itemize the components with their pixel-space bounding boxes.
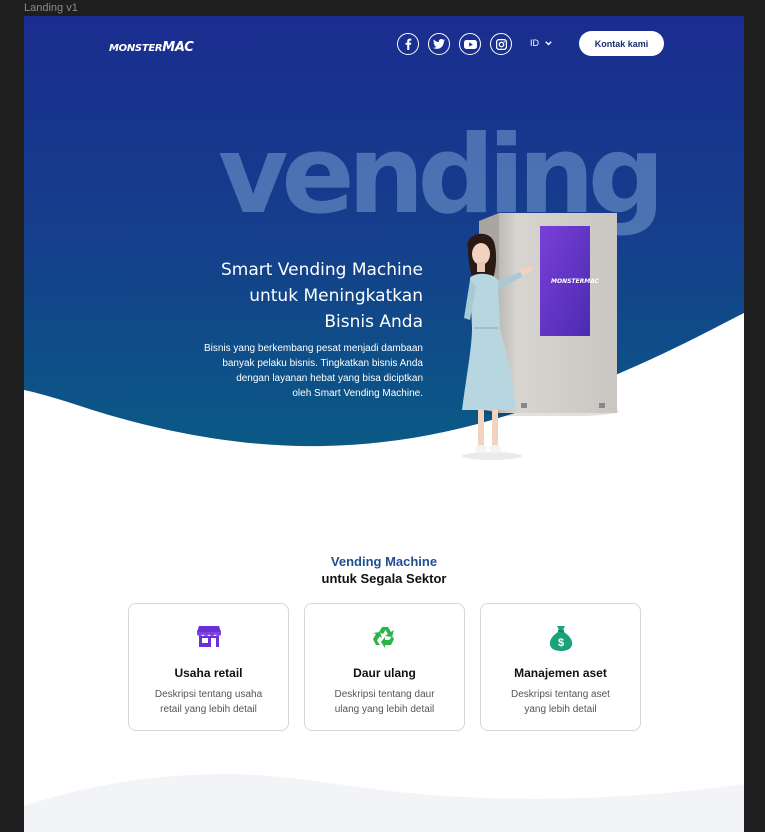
language-selector[interactable]: ID bbox=[530, 38, 552, 48]
brand-logo[interactable]: MONSTERMAC bbox=[109, 36, 194, 55]
facebook-button[interactable] bbox=[397, 33, 419, 55]
card-description-line-2: retail yang lebih detail bbox=[160, 704, 257, 715]
card-description: Deskripsi tentang usaha retail yang lebi… bbox=[143, 687, 274, 717]
top-navigation: MONSTERMAC ID Kontak kami bbox=[24, 16, 744, 72]
recycle-icon bbox=[372, 627, 394, 648]
headline-line-1: Smart Vending Machine bbox=[220, 260, 423, 280]
svg-text:$: $ bbox=[557, 637, 563, 649]
description-line-2: banyak pelaku bisnis. Tingkatkan bisnis … bbox=[222, 358, 423, 369]
frame-label: Landing v1 bbox=[24, 2, 78, 14]
description-line-3: dengan layanan hebat yang bisa diciptkan bbox=[236, 373, 423, 384]
card-title: Usaha retail bbox=[174, 666, 243, 680]
landing-canvas: MONSTERMAC ID Kontak kami vending MONSTE… bbox=[24, 16, 744, 832]
description-line-4: oleh Smart Vending Machine. bbox=[292, 388, 423, 399]
machine-logo: MONSTERMAC bbox=[551, 278, 600, 285]
headline-line-3: Bisnis Anda bbox=[324, 312, 423, 332]
twitter-button[interactable] bbox=[428, 33, 450, 55]
instagram-button[interactable] bbox=[490, 33, 512, 55]
headline-line-2: untuk Meningkatkan bbox=[249, 286, 423, 306]
card-description: Deskripsi tentang daur ulang yang lebih … bbox=[319, 687, 450, 717]
logo-text-small: MONSTER bbox=[109, 43, 163, 54]
sector-card-retail[interactable]: Usaha retail Deskripsi tentang usaha ret… bbox=[128, 603, 289, 731]
description-line-1: Bisnis yang berkembang pesat menjadi dam… bbox=[203, 343, 423, 354]
store-icon bbox=[196, 626, 221, 647]
card-description-line-2: ulang yang lebih detail bbox=[334, 704, 435, 715]
contact-button[interactable]: Kontak kami bbox=[579, 31, 664, 56]
card-description: Deskripsi tentang aset yang lebih detail bbox=[495, 687, 626, 717]
hero-description: Bisnis yang berkembang pesat menjadi dam… bbox=[153, 341, 423, 401]
hero-headline: Smart Vending Machine untuk Meningkatkan… bbox=[221, 257, 423, 335]
sector-card-asset-management[interactable]: $ Manajemen aset Deskripsi tentang aset … bbox=[480, 603, 641, 731]
youtube-icon bbox=[463, 39, 477, 49]
card-description-line-1: Deskripsi tentang aset bbox=[511, 689, 610, 700]
card-description-line-2: yang lebih detail bbox=[524, 704, 597, 715]
card-description-line-1: Deskripsi tentang daur bbox=[334, 689, 435, 700]
logo-text-big: MAC bbox=[162, 40, 194, 55]
card-title: Manajemen aset bbox=[514, 666, 607, 680]
bottom-wave-decoration bbox=[24, 773, 744, 832]
section-title-line-1: Vending Machine bbox=[330, 554, 438, 569]
section-title-line-2: untuk Segala Sektor bbox=[321, 571, 447, 586]
instagram-icon bbox=[495, 38, 507, 50]
hero-background bbox=[24, 16, 744, 447]
facebook-icon bbox=[405, 38, 412, 50]
language-label: ID bbox=[530, 38, 539, 48]
presenter-person-image bbox=[462, 233, 533, 460]
card-description-line-1: Deskripsi tentang usaha bbox=[154, 689, 263, 700]
twitter-icon bbox=[433, 39, 445, 49]
youtube-button[interactable] bbox=[459, 33, 481, 55]
chevron-down-icon bbox=[545, 40, 552, 45]
sector-card-recycling[interactable]: Daur ulang Deskripsi tentang daur ulang … bbox=[304, 603, 465, 731]
money-bag-icon: $ bbox=[549, 626, 572, 651]
card-title: Daur ulang bbox=[353, 666, 416, 680]
